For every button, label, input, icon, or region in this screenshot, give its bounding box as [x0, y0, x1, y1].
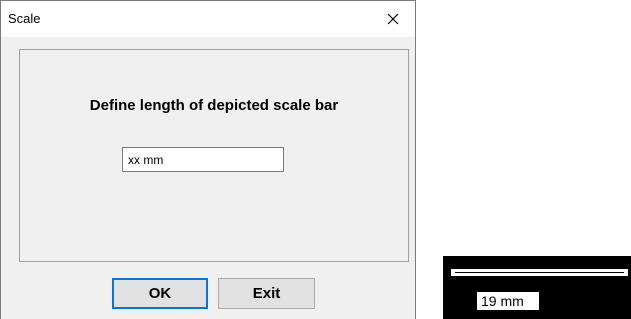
input-panel: Define length of depicted scale bar: [19, 49, 409, 262]
window-title: Scale: [8, 11, 41, 26]
prompt-label: Define length of depicted scale bar: [89, 97, 339, 114]
close-button[interactable]: [371, 1, 415, 37]
scale-bar-line: [451, 269, 628, 276]
title-bar: Scale: [1, 1, 415, 37]
close-icon: [387, 13, 399, 25]
scale-dialog: Scale Define length of depicted scale ba…: [0, 0, 416, 319]
ok-button[interactable]: OK: [112, 278, 208, 309]
exit-button[interactable]: Exit: [218, 278, 315, 309]
scale-length-input[interactable]: [122, 147, 284, 172]
scale-bar-label: 19 mm: [476, 291, 540, 311]
page: Scale Define length of depicted scale ba…: [0, 0, 631, 319]
scale-bar-preview: 19 mm: [443, 256, 631, 319]
